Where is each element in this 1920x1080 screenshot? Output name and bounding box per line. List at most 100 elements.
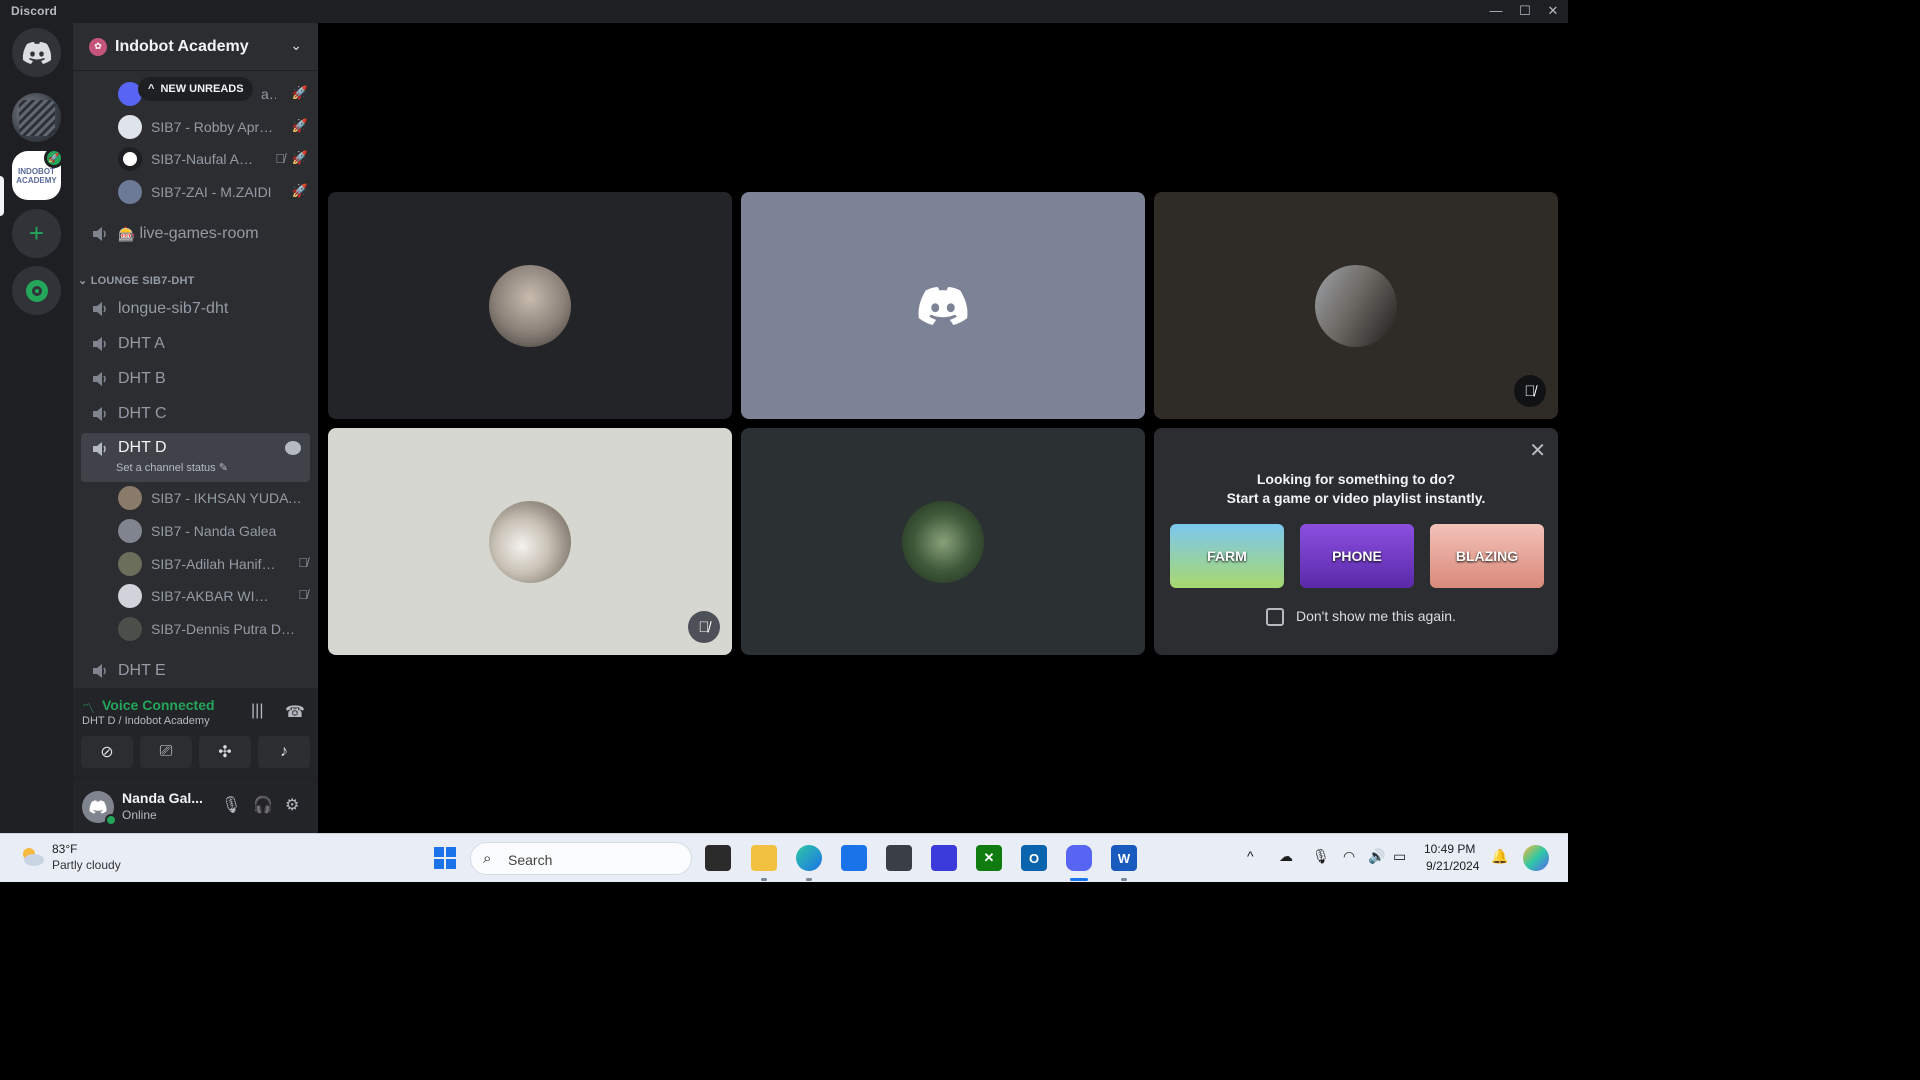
chat-bubble-icon[interactable] xyxy=(285,441,301,455)
outlook-icon[interactable]: O xyxy=(1021,845,1047,871)
rocket-icon: 🚀 xyxy=(291,85,308,100)
server-indobot-academy[interactable]: INDOBOT ACADEMY 🚀 xyxy=(12,148,64,200)
voice-member[interactable]: SIB7 - Robby Apriy... 🚀 xyxy=(118,112,313,142)
file-explorer-icon[interactable] xyxy=(751,845,777,871)
video-tile[interactable]: 🎙̸ xyxy=(1154,192,1558,419)
activities-button[interactable]: ✣ xyxy=(199,736,251,768)
game-farm-merge-valley[interactable]: FARM xyxy=(1170,524,1284,588)
task-view-icon[interactable] xyxy=(705,845,731,871)
channel-dht-a[interactable]: DHT A xyxy=(81,328,310,360)
voice-member[interactable]: SIB7-Dennis Putra Dwi... xyxy=(118,614,313,644)
weather-temp[interactable]: 83°F xyxy=(52,842,77,856)
camera-off-button[interactable]: ⊘ xyxy=(81,736,133,768)
category-header[interactable]: ⌄ LOUNGE SIB7-DHT xyxy=(78,274,195,287)
member-name: SIB7-AKBAR WILD... xyxy=(151,588,276,604)
cat-avatar xyxy=(489,264,571,347)
copilot-icon[interactable] xyxy=(1523,845,1549,871)
dont-show-checkbox[interactable] xyxy=(1266,608,1284,626)
start-button[interactable] xyxy=(432,845,458,871)
activity-promo-panel: ✕ Looking for something to do? Start a g… xyxy=(1154,428,1558,655)
channel-status[interactable]: Set a channel status ✎ xyxy=(116,461,228,474)
close-window-button[interactable]: ✕ xyxy=(1542,2,1564,20)
guild-header[interactable]: ✿ Indobot Academy ⌄ xyxy=(73,23,318,71)
add-server-button[interactable]: + xyxy=(12,209,61,258)
video-tile[interactable] xyxy=(328,192,732,419)
photo-avatar xyxy=(1315,264,1397,347)
unity-icon[interactable] xyxy=(886,845,912,871)
channel-live-games-room[interactable]: 🎰 live-games-room xyxy=(81,218,310,250)
discord-taskbar-icon[interactable] xyxy=(1066,845,1092,871)
username[interactable]: Nanda Gal... xyxy=(122,790,203,806)
game-gartic-phone[interactable]: PHONE xyxy=(1300,524,1414,588)
rocket-icon: 🚀 xyxy=(291,150,308,165)
wifi-icon[interactable]: ◠ xyxy=(1343,848,1355,865)
notification-bell-icon[interactable]: 🔔 xyxy=(1491,848,1508,865)
microphone-icon[interactable]: 🎙 xyxy=(1312,848,1330,865)
store-icon[interactable] xyxy=(841,845,867,871)
disconnect-icon[interactable]: ☎ xyxy=(285,702,305,722)
maximize-button[interactable]: ☐ xyxy=(1514,2,1536,20)
dont-show-label[interactable]: Don't show me this again. xyxy=(1296,608,1456,624)
volume-icon[interactable]: 🔊 xyxy=(1368,848,1385,865)
partly-cloudy-icon[interactable] xyxy=(18,844,46,868)
voice-member[interactable]: SIB7-ZAI - M.ZAIDI 🚀 xyxy=(118,177,313,207)
word-icon[interactable]: W xyxy=(1111,845,1137,871)
category-name: LOUNGE SIB7-DHT xyxy=(90,275,195,287)
taskbar-search[interactable]: ⌕ Search xyxy=(470,842,692,875)
close-promo-button[interactable]: ✕ xyxy=(1529,438,1546,463)
mic-off-icon: 🎙̸ xyxy=(688,611,720,643)
gear-icon[interactable]: ⚙ xyxy=(285,795,299,815)
channel-sidebar: ✿ Indobot Academy ⌄ ^ NEW UNREADS ad... … xyxy=(73,23,318,833)
weather-desc[interactable]: Partly cloudy xyxy=(52,858,121,872)
voice-member[interactable]: SIB7-Naufal Am... 🎙̸ 🚀 xyxy=(118,144,313,174)
channel-dht-d[interactable]: DHT D Set a channel status ✎ xyxy=(81,433,310,482)
video-tile[interactable]: 🎙̸ xyxy=(328,428,732,655)
voice-member[interactable]: SIB7-AKBAR WILD... 🎙̸ xyxy=(118,581,313,611)
video-tile[interactable] xyxy=(741,192,1145,419)
avatar xyxy=(118,552,142,576)
voice-status[interactable]: Voice Connected xyxy=(102,697,215,713)
channel-longue[interactable]: longue-sib7-dht xyxy=(81,293,310,325)
onedrive-icon[interactable]: ☁ xyxy=(1279,848,1293,865)
clock-date[interactable]: 9/21/2024 xyxy=(1426,859,1479,873)
home-button[interactable] xyxy=(12,28,61,77)
avatar xyxy=(118,115,142,139)
channel-name: DHT E xyxy=(118,662,166,679)
online-status-dot xyxy=(105,814,117,826)
xbox-icon[interactable]: ✕ xyxy=(976,845,1002,871)
edge-icon[interactable] xyxy=(796,845,822,871)
screen-share-button[interactable]: ⎚ xyxy=(140,736,192,768)
discord-logo-icon xyxy=(918,286,968,325)
chevron-down-icon: ⌄ xyxy=(290,37,302,53)
avatar xyxy=(118,147,142,171)
clock-time[interactable]: 10:49 PM xyxy=(1424,842,1475,856)
video-tile[interactable] xyxy=(741,428,1145,655)
noise-suppression-icon[interactable]: ||| xyxy=(251,702,263,720)
voice-member[interactable]: SIB7 - Nanda Galea xyxy=(118,516,313,546)
microphone-icon[interactable]: 🎙 xyxy=(221,795,241,815)
game-title: FARM xyxy=(1207,548,1247,564)
game-blazing-8s[interactable]: BLAZING xyxy=(1430,524,1544,588)
camera-off-icon: ⊘ xyxy=(100,744,114,761)
mic-off-icon: 🎙̸ xyxy=(1514,375,1546,407)
voice-member[interactable]: SIB7 - IKHSAN YUDA P... xyxy=(118,483,313,513)
headphones-icon[interactable]: 🎧 xyxy=(253,795,273,815)
chevron-up-icon[interactable]: ^ xyxy=(1247,848,1254,864)
voice-channel-icon xyxy=(93,442,106,456)
server-icon-1[interactable] xyxy=(12,93,61,142)
compass-icon xyxy=(25,279,48,302)
voice-panel: 〽 Voice Connected DHT D / Indobot Academ… xyxy=(73,688,318,778)
minimize-button[interactable]: — xyxy=(1485,2,1507,20)
voice-member[interactable]: SIB7-Adilah Hanifah 🎙̸ xyxy=(118,549,313,579)
soundboard-button[interactable]: ♪ xyxy=(258,736,310,768)
app-icon[interactable] xyxy=(931,845,957,871)
channel-dht-b[interactable]: DHT B xyxy=(81,363,310,395)
windows-icon xyxy=(434,847,456,869)
new-unreads-button[interactable]: ^ NEW UNREADS xyxy=(138,77,253,101)
channel-dht-c[interactable]: DHT C xyxy=(81,398,310,430)
battery-icon[interactable]: ▭ xyxy=(1393,848,1406,865)
channel-name: DHT A xyxy=(118,335,165,352)
discover-button[interactable] xyxy=(12,266,61,315)
channel-dht-e[interactable]: DHT E xyxy=(81,655,310,687)
mic-off-icon: 🎙̸ xyxy=(275,151,285,166)
